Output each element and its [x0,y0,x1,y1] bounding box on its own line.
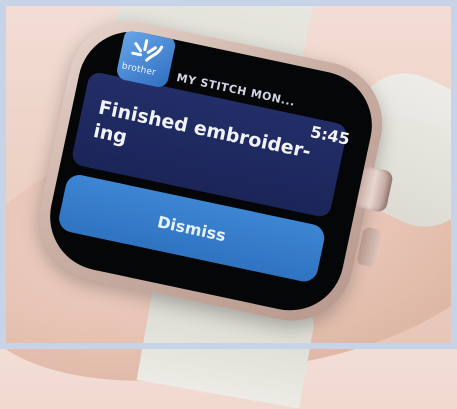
notification-message: Finished embroider- ing [91,96,313,164]
